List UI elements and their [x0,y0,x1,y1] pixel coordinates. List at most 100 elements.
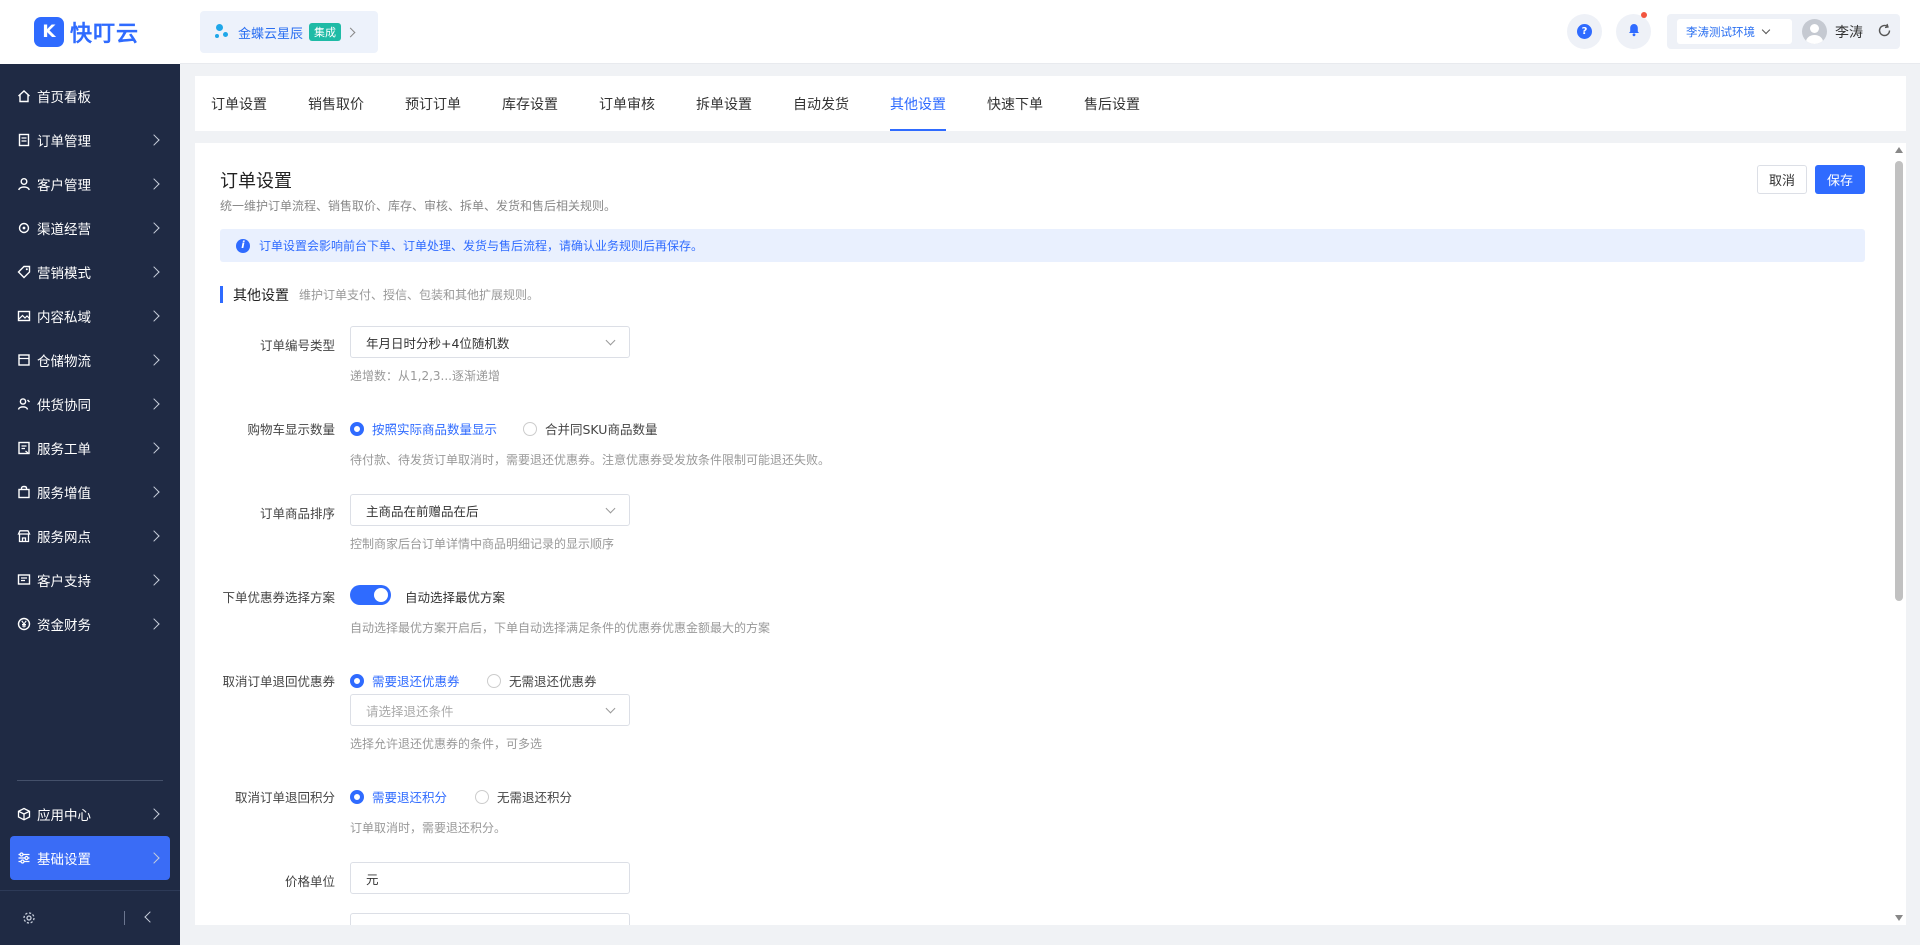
collapse-sidebar-icon[interactable] [144,911,156,923]
home-icon [17,89,31,103]
radio-checked-icon [350,673,364,688]
scroll-thumb[interactable] [1895,161,1903,601]
select-value: 年月日时分秒+4位随机数 [366,335,510,351]
sidebar-item-label: 首页看板 [37,90,91,106]
tab-order-settings[interactable]: 订单设置 [211,76,267,131]
yen-icon [17,617,31,631]
tab-sales-pricing[interactable]: 销售取价 [308,76,364,131]
radio-label: 需要退还优惠券 [372,674,460,689]
order-no-type-select[interactable]: 年月日时分秒+4位随机数 [350,326,630,358]
sidebar-item-label: 客户管理 [37,178,91,194]
tab-inventory[interactable]: 库存设置 [502,76,558,131]
sidebar-item-warehouse[interactable]: 仓储物流 [0,338,180,382]
radio-unchecked-icon [523,421,537,436]
sidebar-item-label: 服务增值 [37,486,91,502]
info-alert: i 订单设置会影响前台下单、订单处理、发货与售后流程，请确认业务规则后再保存。 [220,229,1865,262]
cancel-button[interactable]: 取消 [1757,165,1807,194]
refund-points-radio[interactable]: 需要退还积分 [350,787,447,806]
chevron-right-icon [148,398,160,410]
tab-preorders[interactable]: 预订订单 [405,76,461,131]
chevron-down-icon [1761,25,1771,34]
radio-unchecked-icon [475,789,489,804]
tab-quick-order[interactable]: 快速下单 [987,76,1043,131]
user-area: 李涛测试环境 李涛 [1667,14,1900,49]
cart-qty-actual-radio[interactable]: 按照实际商品数量显示 [350,419,497,438]
price-unit-input[interactable]: 元 [350,862,630,894]
sidebar-item-label: 服务网点 [37,530,91,546]
chevron-right-icon [148,530,160,542]
scroll-down-icon[interactable] [1895,915,1903,921]
sidebar-item-label: 服务工单 [37,442,91,458]
sidebar-item-customers[interactable]: 客户管理 [0,162,180,206]
supply-icon [17,397,31,411]
sidebar-item-dashboard[interactable]: 首页看板 [0,74,180,118]
sidebar-item-label: 基础设置 [37,852,91,868]
sidebar-divider [17,780,163,781]
env-select[interactable]: 李涛测试环境 [1677,19,1792,44]
cart-qty-merge-radio[interactable]: 合并同SKU商品数量 [523,419,657,438]
chevron-right-icon [148,310,160,322]
cancel-coupon-hint: 选择允许退还优惠券的条件，可多选 [350,737,543,751]
scroll-up-icon[interactable] [1895,147,1903,153]
select-placeholder: 请选择退还条件 [366,703,454,719]
radio-checked-icon [350,789,364,804]
refresh-icon[interactable] [1877,23,1892,42]
auto-best-coupon-toggle[interactable] [350,585,391,605]
sidebar-item-label: 内容私域 [37,310,91,326]
user-name[interactable]: 李涛 [1835,22,1863,42]
page-description: 统一维护订单流程、销售取价、库存、审核、拆单、发货和售后相关规则。 [220,199,617,213]
section-header: 其他设置 维护订单支付、授信、包装和其他扩展规则。 [220,286,539,304]
sidebar: K 快叮云 首页看板 订单管理 客户管理 渠道经营 营销模式 内容私域 仓储物流… [0,0,180,945]
sidebar-item-content[interactable]: 内容私域 [0,294,180,338]
sidebar-bottom-nav: 应用中心 基础设置 [0,792,180,880]
radio-label: 需要退还积分 [372,790,448,805]
tab-after-sales[interactable]: 售后设置 [1084,76,1140,131]
refund-condition-select[interactable]: 请选择退还条件 [350,694,630,726]
radio-unchecked-icon [487,673,501,688]
item-sort-select[interactable]: 主商品在前赠品在后 [350,494,630,526]
sidebar-item-channels[interactable]: 渠道经营 [0,206,180,250]
select-value: 主商品在前赠品在后 [366,503,479,519]
gear-icon[interactable] [22,911,36,929]
sidebar-item-basic-settings[interactable]: 基础设置 [10,836,170,880]
help-icon: ? [1577,24,1592,39]
avatar[interactable] [1802,19,1827,44]
save-button[interactable]: 保存 [1815,165,1865,194]
sidebar-item-app-center[interactable]: 应用中心 [0,792,180,836]
sidebar-item-supply[interactable]: 供货协同 [0,382,180,426]
tab-auto-ship[interactable]: 自动发货 [793,76,849,131]
ticket-icon [17,441,31,455]
price-unit-label: 价格单位 [284,874,335,889]
app-name: 金蝶云星辰 [238,26,304,42]
refund-coupon-radio[interactable]: 需要退还优惠券 [350,671,460,690]
chevron-right-icon [148,486,160,498]
sidebar-item-orders[interactable]: 订单管理 [0,118,180,162]
sidebar-item-finance[interactable]: 资金财务 [0,602,180,646]
info-icon: i [236,238,250,253]
chevron-right-icon [148,222,160,234]
sidebar-item-value-added[interactable]: 服务增值 [0,470,180,514]
cancel-points-label: 取消订单退回积分 [234,790,335,805]
panel-scrollbar[interactable] [1893,143,1906,925]
no-refund-points-radio[interactable]: 无需退还积分 [475,787,572,806]
next-field-input[interactable] [350,913,630,925]
chevron-down-icon [605,335,616,346]
chevron-right-icon [148,574,160,586]
help-button[interactable]: ? [1567,14,1602,49]
tab-other-settings[interactable]: 其他设置 [890,76,946,131]
logo[interactable]: K 快叮云 [0,0,180,64]
support-icon [17,573,31,587]
alert-text: 订单设置会影响前台下单、订单处理、发货与售后流程，请确认业务规则后再保存。 [259,239,704,253]
notification-button[interactable] [1616,12,1651,49]
env-name: 李涛测试环境 [1686,24,1755,39]
tab-order-review[interactable]: 订单审核 [599,76,655,131]
settings-sliders-icon [17,851,31,865]
sidebar-item-support[interactable]: 客户支持 [0,558,180,602]
sidebar-item-marketing[interactable]: 营销模式 [0,250,180,294]
sidebar-item-service-points[interactable]: 服务网点 [0,514,180,558]
sidebar-item-label: 供货协同 [37,398,91,414]
app-switcher[interactable]: 金蝶云星辰 集成 [200,11,378,53]
sidebar-item-service-tickets[interactable]: 服务工单 [0,426,180,470]
no-refund-coupon-radio[interactable]: 无需退还优惠券 [487,671,597,690]
tab-split-order[interactable]: 拆单设置 [696,76,752,131]
